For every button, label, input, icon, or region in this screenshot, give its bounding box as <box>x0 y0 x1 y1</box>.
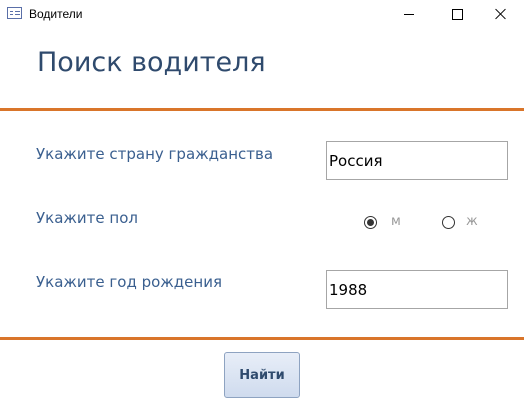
footer-divider <box>0 337 524 340</box>
close-icon <box>495 8 507 20</box>
form-heading: Поиск водителя <box>37 47 266 78</box>
gender-label: Укажите пол <box>36 209 138 227</box>
gender-radio-male[interactable] <box>364 216 377 229</box>
country-label: Укажите страну гражданства <box>36 145 274 163</box>
gender-radio-female[interactable] <box>442 216 455 229</box>
gender-radio-female-label[interactable]: ж <box>466 214 478 229</box>
gender-radio-male-label[interactable]: м <box>391 214 401 229</box>
maximize-icon <box>451 8 463 20</box>
birth-year-input[interactable] <box>326 270 508 309</box>
form-icon <box>7 7 22 19</box>
window-title: Водители <box>29 7 83 21</box>
minimize-icon <box>404 13 414 15</box>
title-bar: Водители <box>0 0 524 28</box>
close-button[interactable] <box>478 0 524 28</box>
country-input[interactable] <box>326 141 508 180</box>
birth-year-label: Укажите год рождения <box>36 273 222 291</box>
find-button[interactable]: Найти <box>224 352 300 398</box>
minimize-button[interactable] <box>386 0 432 28</box>
maximize-button[interactable] <box>434 0 480 28</box>
header-divider <box>0 108 524 111</box>
